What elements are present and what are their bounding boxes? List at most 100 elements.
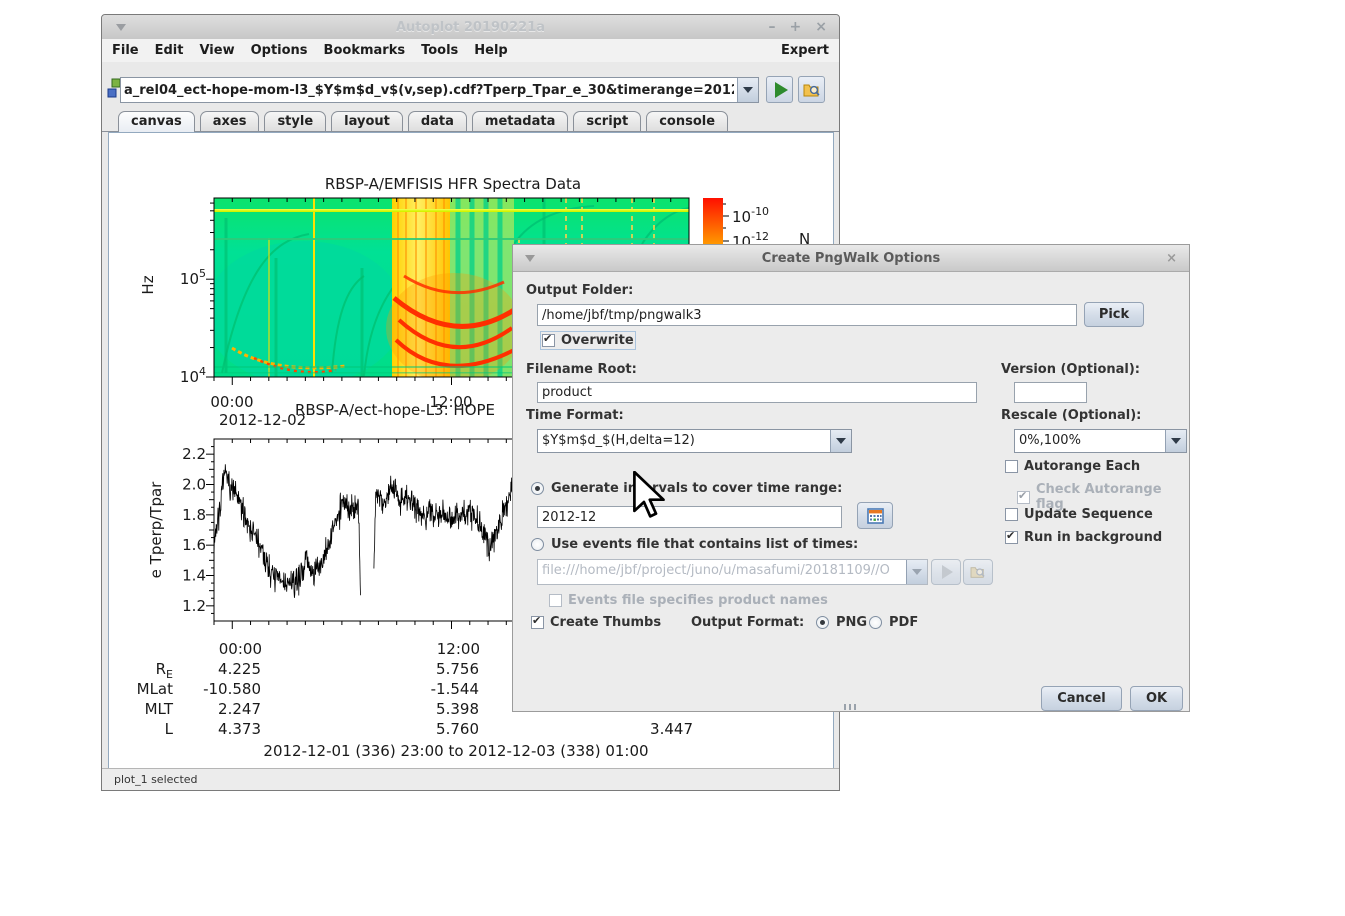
uri-input[interactable] bbox=[121, 78, 737, 102]
go-plot-button[interactable] bbox=[766, 76, 793, 103]
svg-text:105: 105 bbox=[180, 267, 206, 288]
plot2-ylabel[interactable]: e Tperp/Tpar bbox=[147, 481, 165, 579]
desktop: Autoplot 20190221a – + × File Edit View … bbox=[0, 0, 1345, 916]
dialog-title: Create PngWalk Options bbox=[513, 251, 1189, 266]
radio-icon bbox=[531, 538, 544, 551]
menubar: File Edit View Options Bookmarks Tools H… bbox=[102, 39, 839, 63]
tab-script[interactable]: script bbox=[573, 111, 641, 131]
dialog-resize-grip[interactable] bbox=[844, 704, 858, 710]
inspect-uri-button[interactable] bbox=[798, 76, 825, 103]
rescale-label: Rescale (Optional): bbox=[1001, 408, 1141, 423]
time-format-dropdown-button[interactable] bbox=[830, 430, 851, 452]
svg-text:5.756: 5.756 bbox=[436, 660, 479, 678]
checkbox-icon bbox=[542, 334, 555, 347]
expert-mode-label[interactable]: Expert bbox=[781, 43, 839, 58]
create-thumbs-checkbox[interactable]: Create Thumbs bbox=[531, 615, 661, 630]
svg-text:RE: RE bbox=[156, 660, 173, 681]
menu-file[interactable]: File bbox=[102, 43, 147, 58]
output-folder-input[interactable] bbox=[537, 304, 1077, 326]
generate-intervals-radio[interactable]: Generate intervals to cover time range: bbox=[531, 481, 842, 496]
uri-dropdown-button[interactable] bbox=[737, 78, 758, 102]
tab-style[interactable]: style bbox=[264, 111, 326, 131]
mouse-cursor bbox=[632, 471, 668, 527]
svg-text:MLT: MLT bbox=[145, 700, 174, 718]
folder-magnifier-icon bbox=[970, 565, 986, 579]
dialog-close-button[interactable]: × bbox=[1166, 251, 1189, 266]
events-file-browse-button bbox=[963, 559, 993, 585]
autorange-each-checkbox[interactable]: Autorange Each bbox=[1005, 459, 1140, 474]
status-text: plot_1 selected bbox=[102, 773, 198, 786]
menu-edit[interactable]: Edit bbox=[147, 43, 192, 58]
window-title: Autoplot 20190221a bbox=[102, 20, 839, 35]
svg-text:104: 104 bbox=[180, 365, 206, 386]
minimize-button[interactable]: – bbox=[769, 20, 776, 34]
close-button[interactable]: × bbox=[815, 20, 827, 34]
events-file-dropdown-button bbox=[906, 560, 927, 584]
ok-button[interactable]: OK bbox=[1130, 686, 1183, 711]
svg-text:MLat: MLat bbox=[137, 680, 173, 698]
chevron-down-icon bbox=[836, 438, 846, 444]
radio-icon bbox=[816, 616, 829, 629]
version-label: Version (Optional): bbox=[1001, 362, 1140, 377]
png-radio[interactable]: PNG bbox=[816, 615, 867, 630]
calendar-button[interactable] bbox=[857, 502, 893, 529]
svg-text:5.760: 5.760 bbox=[436, 720, 479, 738]
svg-text:4.225: 4.225 bbox=[218, 660, 261, 678]
svg-text:-1.544: -1.544 bbox=[431, 680, 479, 698]
uri-combobox[interactable] bbox=[120, 77, 759, 103]
time-format-combobox[interactable]: $Y$m$d_$(H,delta=12) bbox=[537, 429, 852, 453]
pick-button[interactable]: Pick bbox=[1084, 302, 1144, 327]
timerange-footer[interactable]: 2012-12-01 (336) 23:00 to 2012-12-03 (33… bbox=[263, 742, 648, 760]
menu-bookmarks[interactable]: Bookmarks bbox=[316, 43, 414, 58]
menu-view[interactable]: View bbox=[191, 43, 242, 58]
menu-help[interactable]: Help bbox=[466, 43, 515, 58]
folder-magnifier-icon bbox=[803, 82, 821, 98]
tab-layout[interactable]: layout bbox=[331, 111, 403, 131]
run-in-background-checkbox[interactable]: Run in background bbox=[1005, 530, 1162, 545]
pdf-radio[interactable]: PDF bbox=[869, 615, 918, 630]
plot1-ylabel[interactable]: Hz bbox=[139, 275, 157, 294]
rescale-combobox[interactable]: 0%,100% bbox=[1014, 429, 1187, 453]
cancel-button[interactable]: Cancel bbox=[1041, 686, 1122, 711]
play-icon bbox=[775, 82, 788, 98]
filename-root-input[interactable] bbox=[537, 382, 977, 403]
chevron-down-icon bbox=[1171, 438, 1181, 444]
tab-console[interactable]: console bbox=[646, 111, 728, 131]
svg-text:3.447: 3.447 bbox=[650, 720, 693, 738]
events-product-names-checkbox: Events file specifies product names bbox=[549, 593, 828, 608]
checkbox-icon bbox=[549, 594, 562, 607]
svg-text:-10.580: -10.580 bbox=[203, 680, 261, 698]
calendar-icon bbox=[867, 508, 884, 524]
svg-text:1.6: 1.6 bbox=[182, 536, 206, 554]
radio-icon bbox=[869, 616, 882, 629]
checkbox-icon bbox=[1017, 491, 1030, 504]
menu-options[interactable]: Options bbox=[243, 43, 316, 58]
svg-text:2.2: 2.2 bbox=[182, 445, 206, 463]
svg-text:10-10: 10-10 bbox=[732, 205, 769, 226]
events-file-play-button bbox=[931, 559, 961, 585]
checkbox-icon bbox=[1005, 460, 1018, 473]
pngwalk-options-dialog: Create PngWalk Options × Output Folder: … bbox=[512, 244, 1190, 712]
time-format-label: Time Format: bbox=[526, 408, 624, 423]
checkbox-icon bbox=[1005, 508, 1018, 521]
tab-data[interactable]: data bbox=[408, 111, 467, 131]
svg-text:L: L bbox=[165, 720, 174, 738]
tab-metadata[interactable]: metadata bbox=[472, 111, 568, 131]
timerange-input[interactable] bbox=[537, 506, 842, 528]
overwrite-checkbox[interactable]: Overwrite bbox=[542, 333, 634, 348]
menu-tools[interactable]: Tools bbox=[413, 43, 466, 58]
svg-text:2.0: 2.0 bbox=[182, 476, 206, 494]
plot2-xtick-1200: 12:00 bbox=[437, 640, 480, 658]
rescale-dropdown-button[interactable] bbox=[1165, 430, 1186, 452]
tab-axes[interactable]: axes bbox=[200, 111, 260, 131]
svg-text:4.373: 4.373 bbox=[218, 720, 261, 738]
update-sequence-checkbox[interactable]: Update Sequence bbox=[1005, 507, 1153, 522]
tab-canvas[interactable]: canvas bbox=[118, 111, 195, 132]
version-input[interactable] bbox=[1014, 382, 1087, 403]
use-events-file-radio[interactable]: Use events file that contains list of ti… bbox=[531, 537, 858, 552]
dialog-titlebar[interactable]: Create PngWalk Options × bbox=[513, 245, 1189, 272]
output-format-label: Output Format: bbox=[691, 615, 804, 630]
window-titlebar[interactable]: Autoplot 20190221a – + × bbox=[102, 15, 839, 40]
timeseries-line bbox=[214, 464, 513, 598]
maximize-button[interactable]: + bbox=[790, 20, 802, 34]
